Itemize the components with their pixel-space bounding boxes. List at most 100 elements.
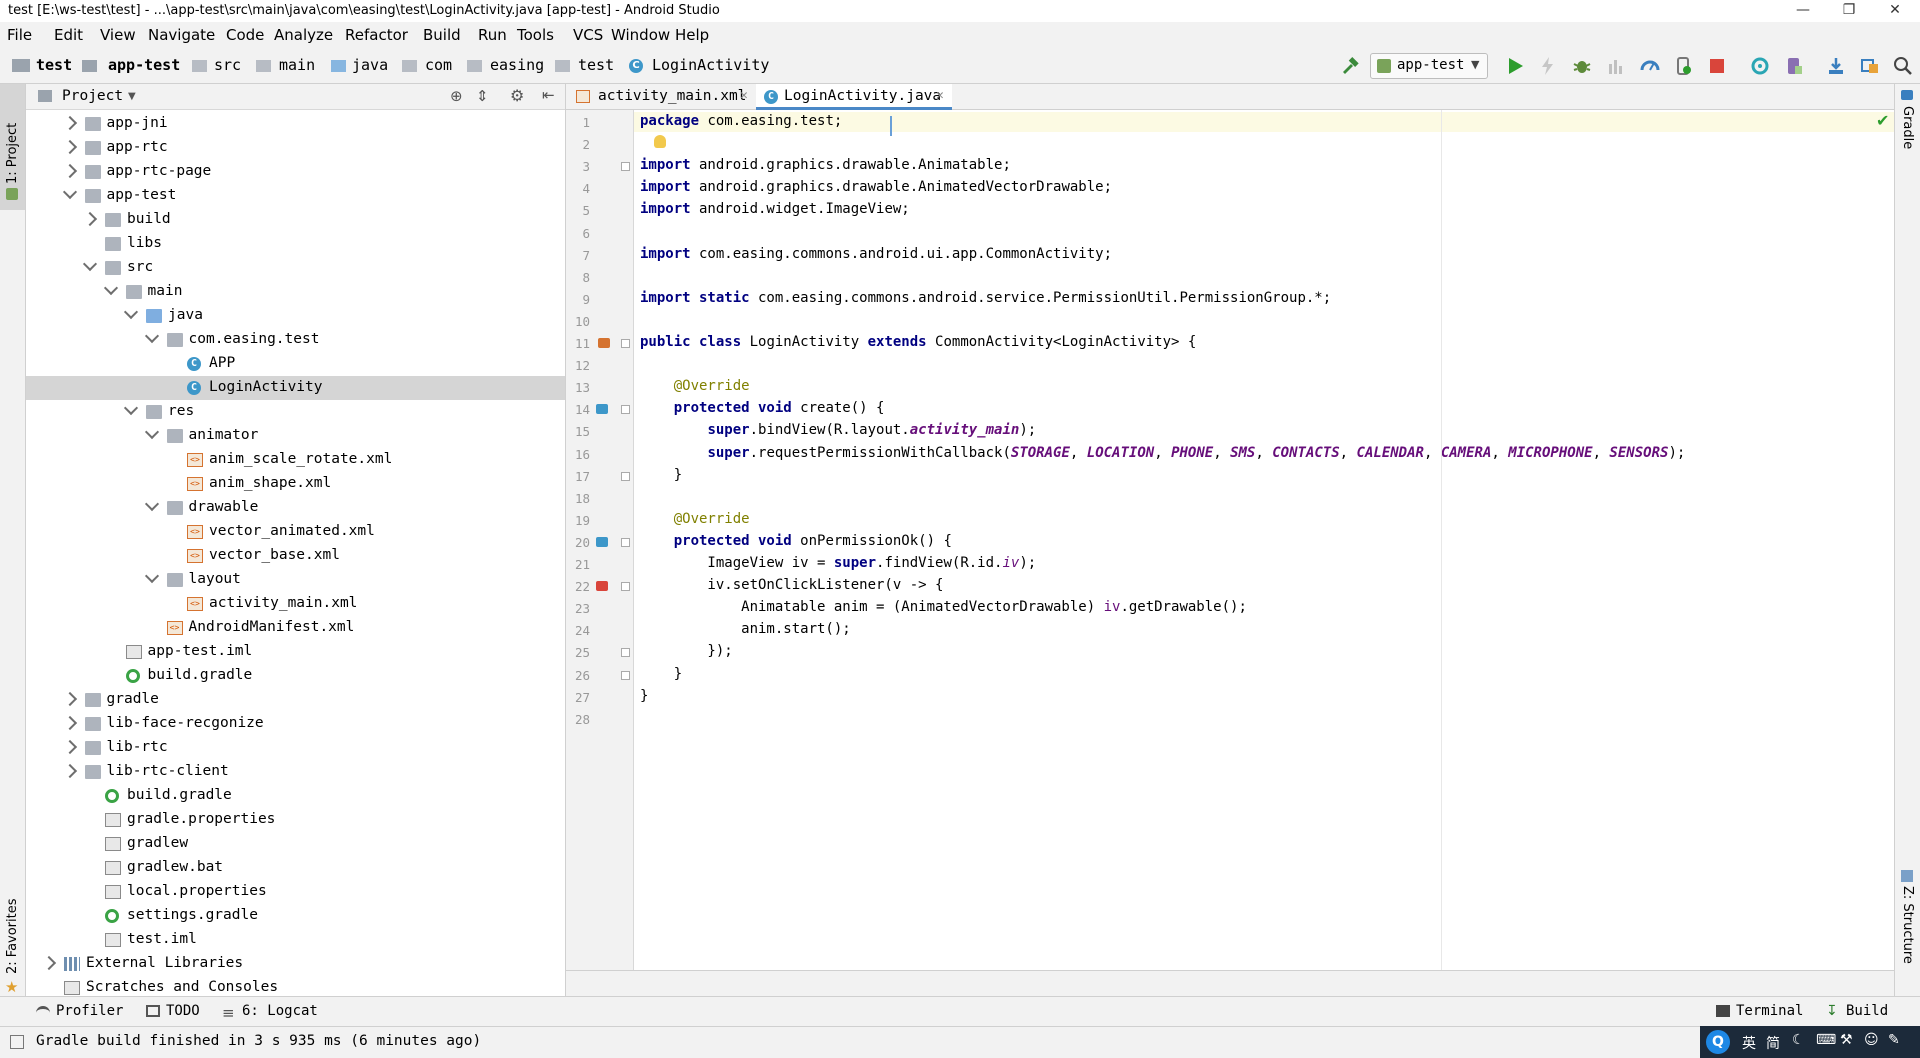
code-line[interactable]: iv.setOnClickListener(v -> {: [640, 577, 943, 593]
minimize-icon[interactable]: —: [1780, 0, 1826, 22]
tree-item-vector-animated-xml[interactable]: <> vector_animated.xml: [26, 520, 565, 544]
line-number[interactable]: 1: [566, 115, 590, 130]
attach-debugger-icon[interactable]: [1606, 56, 1626, 76]
fold-marker-icon[interactable]: [621, 405, 630, 415]
code-line[interactable]: }: [640, 666, 682, 682]
menu-build[interactable]: Build: [423, 26, 461, 44]
tree-item-external-libraries[interactable]: External Libraries: [26, 952, 565, 976]
line-number[interactable]: 18: [566, 491, 590, 506]
code-line[interactable]: public class LoginActivity extends Commo…: [640, 334, 1196, 350]
tree-item-animator[interactable]: animator: [26, 424, 565, 448]
breadcrumb-src[interactable]: src: [214, 56, 241, 74]
tree-item-test-iml[interactable]: test.iml: [26, 928, 565, 952]
line-number[interactable]: 12: [566, 358, 590, 373]
code-line[interactable]: import android.graphics.drawable.Animata…: [640, 157, 1011, 173]
code-line[interactable]: import com.easing.commons.android.ui.app…: [640, 246, 1112, 262]
chevron-down-icon[interactable]: [123, 304, 139, 320]
tree-item-layout[interactable]: layout: [26, 568, 565, 592]
code-editor[interactable]: package com.easing.test; import android.g…: [634, 110, 1894, 970]
line-number[interactable]: 5: [566, 203, 590, 218]
fold-marker-icon[interactable]: [621, 162, 630, 172]
tree-item-libs[interactable]: libs: [26, 232, 565, 256]
chevron-right-icon[interactable]: [62, 691, 77, 707]
tree-item-local-properties[interactable]: local.properties: [26, 880, 565, 904]
project-structure-icon[interactable]: [1860, 56, 1880, 76]
close-tab-icon[interactable]: ✕: [740, 88, 748, 103]
code-line[interactable]: super.requestPermissionWithCallback(STOR…: [640, 445, 1685, 461]
breadcrumb-easing[interactable]: easing: [490, 56, 544, 74]
stop-icon[interactable]: [1707, 56, 1727, 76]
tree-item-app[interactable]: C APP: [26, 352, 565, 376]
menu-view[interactable]: View: [100, 26, 136, 44]
tree-item-lib-rtc[interactable]: lib-rtc: [26, 736, 565, 760]
chevron-down-icon[interactable]: [144, 568, 159, 584]
gear-icon[interactable]: ⚙: [510, 86, 524, 105]
chevron-down-icon[interactable]: [62, 184, 77, 200]
tree-item-com-easing-test[interactable]: com.easing.test: [26, 328, 565, 352]
tree-item-src[interactable]: src: [26, 256, 565, 280]
collapse-all-icon[interactable]: ⇕: [476, 87, 489, 105]
tree-item-anim-shape-xml[interactable]: <> anim_shape.xml: [26, 472, 565, 496]
code-line[interactable]: package com.easing.test;: [640, 113, 842, 129]
profile-icon[interactable]: [1640, 56, 1660, 76]
device-run-icon[interactable]: [1673, 56, 1693, 76]
code-line[interactable]: @Override: [640, 511, 750, 527]
ime-simplified-toggle[interactable]: 简: [1766, 1033, 1780, 1053]
sdk-manager-icon[interactable]: [1826, 56, 1846, 76]
lambda-icon[interactable]: [596, 581, 608, 592]
chevron-down-icon[interactable]: [103, 280, 118, 296]
close-tab-icon[interactable]: ✕: [936, 88, 944, 103]
tree-item-app-rtc-page[interactable]: app-rtc-page: [26, 160, 565, 184]
tab-activity-main-xml[interactable]: activity_main.xml ✕: [566, 84, 754, 110]
line-number[interactable]: 7: [566, 248, 590, 263]
chevron-right-icon[interactable]: [62, 763, 77, 779]
chevron-down-icon[interactable]: [144, 328, 159, 344]
line-number[interactable]: 24: [566, 623, 590, 638]
apply-changes-icon[interactable]: [1538, 56, 1558, 76]
line-number[interactable]: 14: [566, 402, 590, 417]
tree-item-main[interactable]: main: [26, 280, 565, 304]
gradle-tool-button[interactable]: Gradle: [1895, 84, 1920, 164]
code-line[interactable]: ImageView iv = super.findView(R.id.iv);: [640, 555, 1036, 571]
menu-help[interactable]: Help: [675, 26, 709, 44]
sync-icon[interactable]: [1750, 56, 1770, 76]
tree-item-gradlew-bat[interactable]: gradlew.bat: [26, 856, 565, 880]
emoji-icon[interactable]: ☺: [1864, 1032, 1879, 1048]
tree-item-gradle-properties[interactable]: gradle.properties: [26, 808, 565, 832]
menu-edit[interactable]: Edit: [54, 26, 83, 44]
tool-windows-toggle-icon[interactable]: [10, 1035, 24, 1049]
pen-icon[interactable]: ✎: [1888, 1032, 1900, 1048]
line-number[interactable]: 9: [566, 292, 590, 307]
tree-item-androidmanifest-xml[interactable]: <> AndroidManifest.xml: [26, 616, 565, 640]
chevron-down-icon[interactable]: [123, 400, 139, 416]
fold-marker-icon[interactable]: [621, 537, 630, 547]
code-line[interactable]: anim.start();: [640, 621, 851, 637]
menu-tools[interactable]: Tools: [517, 26, 554, 44]
chevron-right-icon[interactable]: [62, 715, 77, 731]
code-line[interactable]: Animatable anim = (AnimatedVectorDrawabl…: [640, 599, 1247, 615]
scroll-from-source-icon[interactable]: ⊕: [450, 87, 463, 105]
line-number[interactable]: 2: [566, 137, 590, 152]
code-line[interactable]: protected void create() {: [640, 400, 885, 416]
breadcrumb-java[interactable]: java: [352, 56, 388, 74]
line-number[interactable]: 3: [566, 159, 590, 174]
tree-item-build-gradle[interactable]: build.gradle: [26, 784, 565, 808]
profiler-button[interactable]: Profiler: [56, 1003, 123, 1019]
line-number[interactable]: 21: [566, 557, 590, 572]
tree-item-settings-gradle[interactable]: settings.gradle: [26, 904, 565, 928]
debug-icon[interactable]: [1572, 56, 1592, 76]
line-number[interactable]: 13: [566, 380, 590, 395]
tree-item-build-gradle[interactable]: build.gradle: [26, 664, 565, 688]
chevron-right-icon[interactable]: [62, 115, 77, 131]
inspection-ok-icon[interactable]: ✔: [1876, 111, 1889, 130]
menu-analyze[interactable]: Analyze: [274, 26, 333, 44]
tree-item-gradlew[interactable]: gradlew: [26, 832, 565, 856]
menu-window[interactable]: Window: [611, 26, 670, 44]
line-number[interactable]: 23: [566, 601, 590, 616]
line-number[interactable]: 11: [566, 336, 590, 351]
search-everywhere-icon[interactable]: [1893, 56, 1913, 76]
ime-logo-icon[interactable]: Q: [1706, 1030, 1730, 1054]
chevron-right-icon[interactable]: [82, 211, 98, 227]
tree-item-app-jni[interactable]: app-jni: [26, 112, 565, 136]
hammer-icon[interactable]: [1340, 56, 1360, 76]
